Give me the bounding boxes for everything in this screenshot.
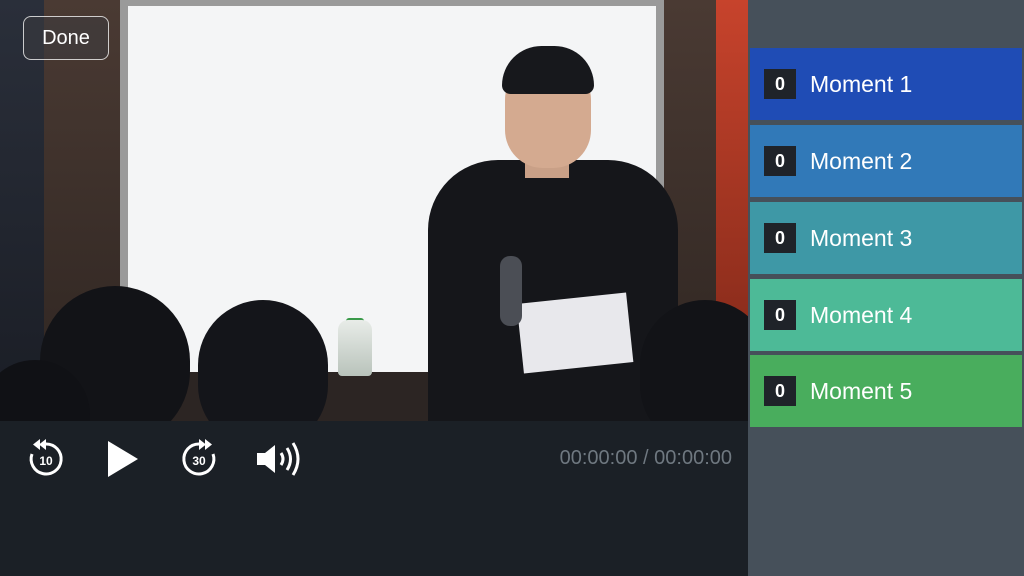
volume-icon bbox=[257, 442, 300, 476]
current-time: 00:00:00 bbox=[559, 447, 638, 469]
moment-count: 0 bbox=[764, 300, 796, 330]
moment-label: Moment 1 bbox=[810, 70, 913, 97]
forward-seconds-text: 30 bbox=[192, 454, 206, 468]
microphone bbox=[500, 256, 522, 326]
moment-button-3[interactable]: 0 Moment 3 bbox=[750, 202, 1022, 274]
moment-button-1[interactable]: 0 Moment 1 bbox=[750, 48, 1022, 120]
forward-30-icon: 30 bbox=[182, 439, 216, 476]
moment-label: Moment 3 bbox=[810, 224, 913, 251]
moment-button-5[interactable]: 0 Moment 5 bbox=[750, 355, 1022, 427]
paper-sheet bbox=[516, 292, 634, 374]
moment-count: 0 bbox=[764, 376, 796, 406]
moment-button-2[interactable]: 0 Moment 2 bbox=[750, 125, 1022, 197]
moment-count: 0 bbox=[764, 223, 796, 253]
play-icon bbox=[108, 441, 138, 477]
rewind-10-icon: 10 bbox=[29, 439, 63, 476]
volume-button[interactable] bbox=[254, 435, 308, 483]
video-frame[interactable] bbox=[0, 0, 748, 421]
moment-label: Moment 2 bbox=[810, 147, 913, 174]
moments-panel: 0 Moment 1 0 Moment 2 0 Moment 3 0 Momen… bbox=[748, 0, 1024, 576]
moment-label: Moment 5 bbox=[810, 377, 913, 404]
done-button[interactable]: Done bbox=[23, 16, 109, 60]
water-bottle bbox=[338, 320, 372, 376]
rewind-seconds-text: 10 bbox=[39, 454, 53, 468]
time-display: 00:00:00 / 00:00:00 bbox=[520, 447, 732, 470]
time-separator: / bbox=[643, 447, 649, 469]
banner-left bbox=[0, 0, 44, 421]
audience-head bbox=[198, 300, 328, 421]
moment-count: 0 bbox=[764, 146, 796, 176]
moment-label: Moment 4 bbox=[810, 301, 913, 328]
play-button[interactable] bbox=[100, 435, 144, 483]
duration: 00:00:00 bbox=[654, 447, 732, 469]
player-controls: 10 30 00:00:00 / 00:00:00 bbox=[0, 421, 748, 576]
moment-button-4[interactable]: 0 Moment 4 bbox=[750, 279, 1022, 351]
forward-30-button[interactable]: 30 bbox=[177, 435, 221, 483]
moment-count: 0 bbox=[764, 69, 796, 99]
rewind-10-button[interactable]: 10 bbox=[24, 435, 68, 483]
